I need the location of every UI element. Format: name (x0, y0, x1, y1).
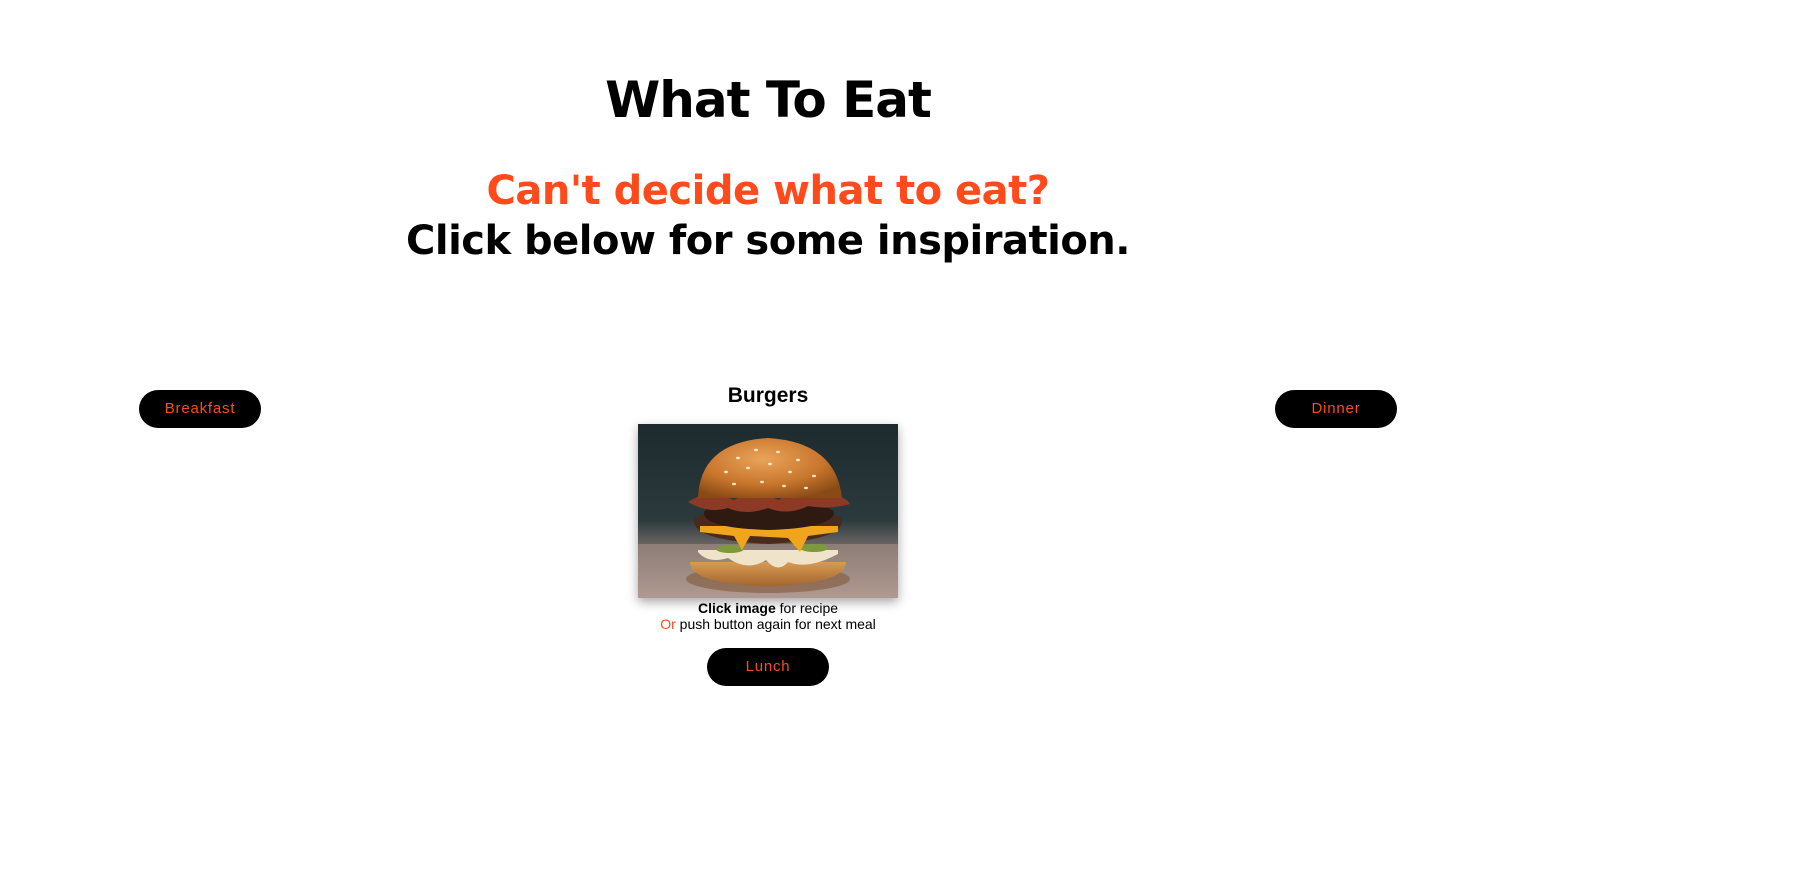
hint-or: Or (660, 616, 676, 632)
hint-click-image: Click image (697, 600, 776, 616)
burger-photo-icon (638, 424, 898, 598)
page-title: What To Eat (605, 71, 932, 129)
dinner-button[interactable]: Dinner (1275, 390, 1397, 428)
hint-line-2: Or push button again for next meal (600, 616, 936, 632)
tagline-question: Can't decide what to eat? (486, 168, 1050, 214)
lunch-button[interactable]: Lunch (707, 648, 829, 686)
breakfast-button[interactable]: Breakfast (139, 390, 261, 428)
tagline-instruction: Click below for some inspiration. (406, 218, 1130, 264)
meal-hint: Click image for recipe Or push button ag… (600, 600, 936, 632)
hint-next-meal: push button again for next meal (675, 616, 876, 632)
meal-name: Burgers (727, 384, 809, 407)
hint-line-1: Click image for recipe (600, 600, 936, 616)
hint-for-recipe: for recipe (775, 600, 839, 616)
meal-image[interactable] (638, 424, 898, 598)
tagline: Can't decide what to eat? Click below fo… (0, 166, 1536, 266)
